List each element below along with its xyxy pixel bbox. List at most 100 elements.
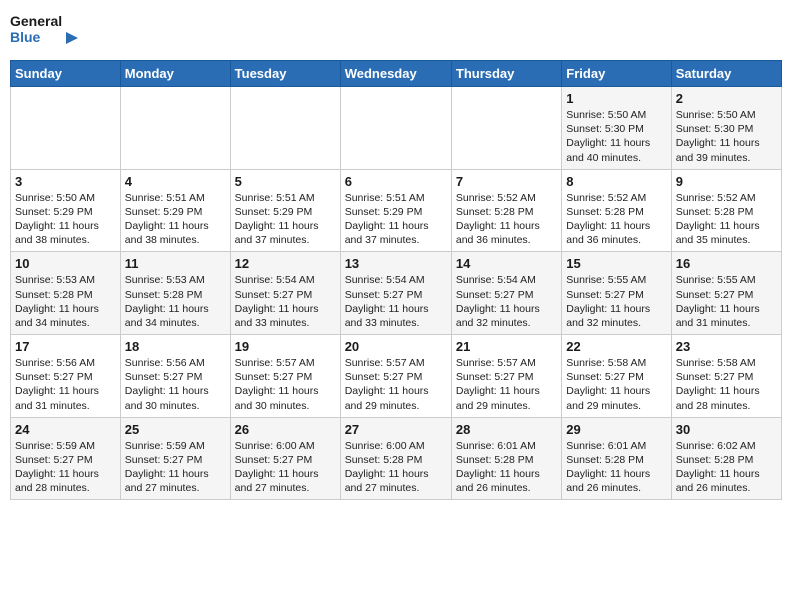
calendar-cell: 6 Sunrise: 5:51 AM Sunset: 5:29 PM Daylig…: [340, 169, 451, 252]
day-number: 22: [566, 339, 666, 354]
day-info: Sunrise: 5:52 AM Sunset: 5:28 PM Dayligh…: [676, 191, 777, 248]
day-number: 10: [15, 256, 116, 271]
calendar-week-3: 10 Sunrise: 5:53 AM Sunset: 5:28 PM Dayli…: [11, 252, 782, 335]
day-info: Sunrise: 5:52 AM Sunset: 5:28 PM Dayligh…: [456, 191, 557, 248]
calendar-cell: 24 Sunrise: 5:59 AM Sunset: 5:27 PM Dayli…: [11, 417, 121, 500]
day-number: 17: [15, 339, 116, 354]
calendar-cell: 9 Sunrise: 5:52 AM Sunset: 5:28 PM Daylig…: [671, 169, 781, 252]
day-info: Sunrise: 6:00 AM Sunset: 5:28 PM Dayligh…: [345, 439, 447, 496]
day-info: Sunrise: 6:01 AM Sunset: 5:28 PM Dayligh…: [566, 439, 666, 496]
day-info: Sunrise: 5:57 AM Sunset: 5:27 PM Dayligh…: [456, 356, 557, 413]
calendar-cell: 23Sunrise: 5:58 AM Sunset: 5:27 PM Dayli…: [671, 335, 781, 418]
day-number: 27: [345, 422, 447, 437]
day-info: Sunrise: 5:50 AM Sunset: 5:29 PM Dayligh…: [15, 191, 116, 248]
day-number: 20: [345, 339, 447, 354]
day-number: 2: [676, 91, 777, 106]
day-info: Sunrise: 5:58 AM Sunset: 5:27 PM Dayligh…: [676, 356, 777, 413]
calendar-cell: 21 Sunrise: 5:57 AM Sunset: 5:27 PM Dayli…: [451, 335, 561, 418]
calendar-cell: 12 Sunrise: 5:54 AM Sunset: 5:27 PM Dayli…: [230, 252, 340, 335]
weekday-header-monday: Monday: [120, 61, 230, 87]
logo: General Blue: [10, 10, 80, 52]
calendar-cell: 7 Sunrise: 5:52 AM Sunset: 5:28 PM Daylig…: [451, 169, 561, 252]
day-number: 19: [235, 339, 336, 354]
calendar-cell: [340, 87, 451, 170]
day-info: Sunrise: 6:01 AM Sunset: 5:28 PM Dayligh…: [456, 439, 557, 496]
calendar-cell: 5 Sunrise: 5:51 AM Sunset: 5:29 PM Daylig…: [230, 169, 340, 252]
day-number: 29: [566, 422, 666, 437]
calendar-week-4: 17 Sunrise: 5:56 AM Sunset: 5:27 PM Dayli…: [11, 335, 782, 418]
calendar-cell: 15Sunrise: 5:55 AM Sunset: 5:27 PM Dayli…: [562, 252, 671, 335]
calendar-cell: 18Sunrise: 5:56 AM Sunset: 5:27 PM Dayli…: [120, 335, 230, 418]
calendar-cell: 17 Sunrise: 5:56 AM Sunset: 5:27 PM Dayli…: [11, 335, 121, 418]
weekday-header-sunday: Sunday: [11, 61, 121, 87]
calendar-cell: 27 Sunrise: 6:00 AM Sunset: 5:28 PM Dayli…: [340, 417, 451, 500]
day-info: Sunrise: 5:51 AM Sunset: 5:29 PM Dayligh…: [125, 191, 226, 248]
day-info: Sunrise: 5:51 AM Sunset: 5:29 PM Dayligh…: [345, 191, 447, 248]
calendar-cell: [11, 87, 121, 170]
calendar-cell: 4 Sunrise: 5:51 AM Sunset: 5:29 PM Daylig…: [120, 169, 230, 252]
day-number: 21: [456, 339, 557, 354]
weekday-header-row: SundayMondayTuesdayWednesdayThursdayFrid…: [11, 61, 782, 87]
page-header: General Blue: [10, 10, 782, 52]
day-number: 14: [456, 256, 557, 271]
weekday-header-wednesday: Wednesday: [340, 61, 451, 87]
day-info: Sunrise: 6:00 AM Sunset: 5:27 PM Dayligh…: [235, 439, 336, 496]
weekday-header-thursday: Thursday: [451, 61, 561, 87]
day-number: 25: [125, 422, 226, 437]
day-info: Sunrise: 5:53 AM Sunset: 5:28 PM Dayligh…: [15, 273, 116, 330]
day-info: Sunrise: 6:02 AM Sunset: 5:28 PM Dayligh…: [676, 439, 777, 496]
svg-text:Blue: Blue: [10, 29, 41, 45]
calendar-cell: 10 Sunrise: 5:53 AM Sunset: 5:28 PM Dayli…: [11, 252, 121, 335]
calendar-week-5: 24 Sunrise: 5:59 AM Sunset: 5:27 PM Dayli…: [11, 417, 782, 500]
day-info: Sunrise: 5:53 AM Sunset: 5:28 PM Dayligh…: [125, 273, 226, 330]
day-number: 4: [125, 174, 226, 189]
calendar-cell: 13 Sunrise: 5:54 AM Sunset: 5:27 PM Dayli…: [340, 252, 451, 335]
calendar-cell: 30 Sunrise: 6:02 AM Sunset: 5:28 PM Dayli…: [671, 417, 781, 500]
day-number: 24: [15, 422, 116, 437]
calendar-cell: 26Sunrise: 6:00 AM Sunset: 5:27 PM Dayli…: [230, 417, 340, 500]
day-number: 7: [456, 174, 557, 189]
day-number: 15: [566, 256, 666, 271]
day-info: Sunrise: 5:54 AM Sunset: 5:27 PM Dayligh…: [235, 273, 336, 330]
calendar-cell: 29 Sunrise: 6:01 AM Sunset: 5:28 PM Dayli…: [562, 417, 671, 500]
weekday-header-saturday: Saturday: [671, 61, 781, 87]
calendar-cell: 16 Sunrise: 5:55 AM Sunset: 5:27 PM Dayli…: [671, 252, 781, 335]
day-info: Sunrise: 5:54 AM Sunset: 5:27 PM Dayligh…: [456, 273, 557, 330]
weekday-header-tuesday: Tuesday: [230, 61, 340, 87]
day-info: Sunrise: 5:59 AM Sunset: 5:27 PM Dayligh…: [15, 439, 116, 496]
calendar-cell: 8Sunrise: 5:52 AM Sunset: 5:28 PM Daylig…: [562, 169, 671, 252]
calendar-cell: 20Sunrise: 5:57 AM Sunset: 5:27 PM Dayli…: [340, 335, 451, 418]
calendar-cell: 19 Sunrise: 5:57 AM Sunset: 5:27 PM Dayli…: [230, 335, 340, 418]
day-info: Sunrise: 5:57 AM Sunset: 5:27 PM Dayligh…: [235, 356, 336, 413]
day-number: 28: [456, 422, 557, 437]
day-number: 9: [676, 174, 777, 189]
calendar-cell: 2 Sunrise: 5:50 AM Sunset: 5:30 PM Daylig…: [671, 87, 781, 170]
calendar-cell: [230, 87, 340, 170]
day-info: Sunrise: 5:55 AM Sunset: 5:27 PM Dayligh…: [676, 273, 777, 330]
day-number: 6: [345, 174, 447, 189]
calendar-cell: 25 Sunrise: 5:59 AM Sunset: 5:27 PM Dayli…: [120, 417, 230, 500]
day-info: Sunrise: 5:52 AM Sunset: 5:28 PM Dayligh…: [566, 191, 666, 248]
day-info: Sunrise: 5:51 AM Sunset: 5:29 PM Dayligh…: [235, 191, 336, 248]
calendar-cell: 28 Sunrise: 6:01 AM Sunset: 5:28 PM Dayli…: [451, 417, 561, 500]
calendar-week-1: 1Sunrise: 5:50 AM Sunset: 5:30 PM Daylig…: [11, 87, 782, 170]
svg-text:General: General: [10, 13, 62, 29]
day-info: Sunrise: 5:54 AM Sunset: 5:27 PM Dayligh…: [345, 273, 447, 330]
calendar-cell: 1Sunrise: 5:50 AM Sunset: 5:30 PM Daylig…: [562, 87, 671, 170]
calendar-cell: 22 Sunrise: 5:58 AM Sunset: 5:27 PM Dayli…: [562, 335, 671, 418]
calendar-cell: 11Sunrise: 5:53 AM Sunset: 5:28 PM Dayli…: [120, 252, 230, 335]
day-number: 13: [345, 256, 447, 271]
calendar-cell: [451, 87, 561, 170]
day-info: Sunrise: 5:59 AM Sunset: 5:27 PM Dayligh…: [125, 439, 226, 496]
day-number: 30: [676, 422, 777, 437]
day-number: 18: [125, 339, 226, 354]
day-number: 12: [235, 256, 336, 271]
day-info: Sunrise: 5:58 AM Sunset: 5:27 PM Dayligh…: [566, 356, 666, 413]
day-number: 16: [676, 256, 777, 271]
day-number: 3: [15, 174, 116, 189]
day-number: 5: [235, 174, 336, 189]
day-info: Sunrise: 5:50 AM Sunset: 5:30 PM Dayligh…: [676, 108, 777, 165]
day-info: Sunrise: 5:56 AM Sunset: 5:27 PM Dayligh…: [15, 356, 116, 413]
calendar-cell: 3 Sunrise: 5:50 AM Sunset: 5:29 PM Daylig…: [11, 169, 121, 252]
calendar-table: SundayMondayTuesdayWednesdayThursdayFrid…: [10, 60, 782, 500]
